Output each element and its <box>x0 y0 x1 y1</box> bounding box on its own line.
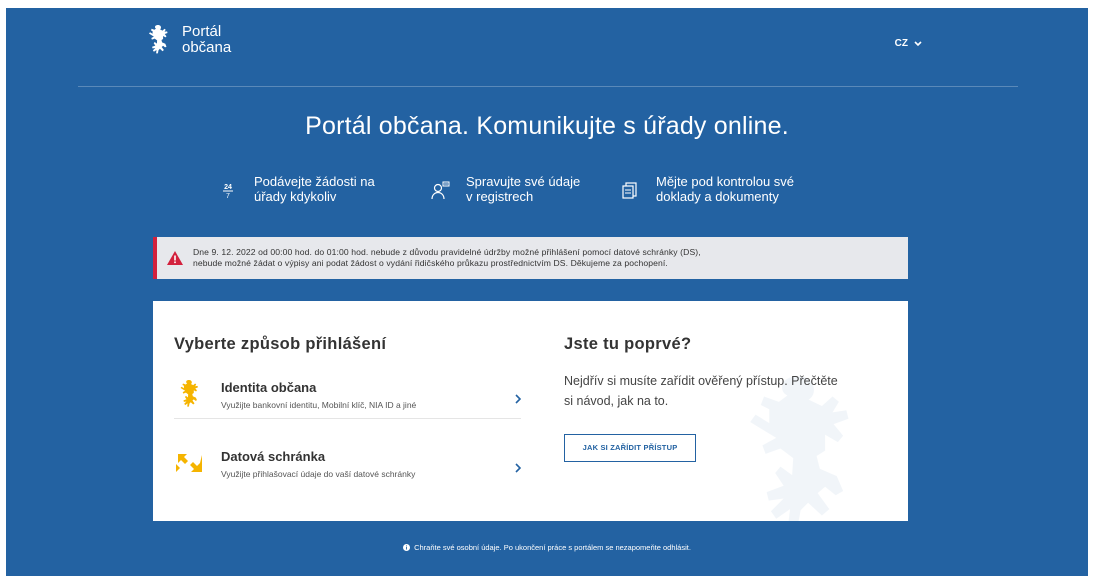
login-title: Vyberte způsob přihlášení <box>174 335 387 353</box>
feature-line: Podávejte žádosti na <box>254 174 375 189</box>
info-icon <box>403 544 411 551</box>
identita-lion-icon <box>180 379 198 407</box>
logo[interactable]: Portál občana <box>146 24 231 56</box>
feature-line: doklady a dokumenty <box>656 189 779 204</box>
feature-text: Spravujte své údaje v registrech <box>466 174 580 204</box>
first-time-line: Nejdřív si musíte zařídit ověřený přístu… <box>564 374 838 388</box>
logo-line-1: Portál <box>182 23 222 40</box>
chevron-down-icon <box>914 40 922 46</box>
language-label: CZ <box>894 38 908 49</box>
option-title: Datová schránka <box>221 449 326 464</box>
option-subtitle: Využijte bankovní identitu, Mobilní klíč… <box>221 400 417 410</box>
first-time-line: si návod, jak na to. <box>564 394 669 408</box>
header: Portál občana CZ <box>78 8 1018 87</box>
svg-text:24: 24 <box>224 184 232 191</box>
24-7-icon: 24 7 <box>223 184 233 200</box>
feature-item: Spravujte své údaje v registrech <box>430 174 620 204</box>
feature-text: Podávejte žádosti na úřady kdykoliv <box>254 174 375 204</box>
feature-item: 24 7 Podávejte žádosti na úřady kdykoliv <box>218 174 430 204</box>
option-title: Identita občana <box>221 380 317 395</box>
option-subtitle: Využijte přihlašovací údaje do vaší dato… <box>221 469 416 479</box>
login-card: Vyberte způsob přihlášení Identita občan… <box>153 301 908 521</box>
login-option-datova-schranka[interactable]: Datová schránka Využijte přihlašovací úd… <box>174 436 521 488</box>
language-switcher[interactable]: CZ <box>895 38 922 49</box>
footer-note-text: Chraňte své osobní údaje. Po ukončení pr… <box>414 543 691 552</box>
alert-line: nebude možné žádat o výpisy ani podat žá… <box>193 258 668 268</box>
first-time-title: Jste tu poprvé? <box>564 335 692 353</box>
first-time-text: Nejdřív si musíte zařídit ověřený přístu… <box>564 371 904 411</box>
logo-text: Portál občana <box>182 24 231 56</box>
logo-line-2: občana <box>182 39 232 56</box>
warning-icon <box>167 251 183 265</box>
chevron-right-icon <box>515 394 521 404</box>
feature-item: Mějte pod kontrolou své doklady a dokume… <box>620 174 880 204</box>
alert-text: Dne 9. 12. 2022 od 00:00 hod. do 01:00 h… <box>193 247 701 270</box>
datova-schranka-icon <box>176 454 202 472</box>
feature-list: 24 7 Podávejte žádosti na úřady kdykoliv… <box>218 174 880 204</box>
login-option-identita[interactable]: Identita občana Využijte bankovní identi… <box>174 367 521 419</box>
feature-text: Mějte pod kontrolou své doklady a dokume… <box>656 174 794 204</box>
footer-note: Chraňte své osobní údaje. Po ukončení pr… <box>6 543 1088 552</box>
feature-line: Mějte pod kontrolou své <box>656 174 795 189</box>
page-background: Portál občana CZ Portál občana. Komuniku… <box>6 8 1088 576</box>
alert-line: Dne 9. 12. 2022 od 00:00 hod. do 01:00 h… <box>193 246 701 257</box>
user-registry-icon <box>431 181 450 200</box>
feature-line: úřady kdykoliv <box>254 189 337 204</box>
feature-line: v registrech <box>466 189 534 204</box>
page-title: Portál občana. Komunikujte s úřady onlin… <box>305 112 789 140</box>
how-to-get-access-button[interactable]: JAK SI ZAŘÍDIT PŘÍSTUP <box>564 434 696 462</box>
lion-logo-icon <box>149 25 168 54</box>
svg-text:7: 7 <box>226 193 230 200</box>
feature-line: Spravujte své údaje <box>466 174 581 189</box>
chevron-right-icon <box>515 463 521 473</box>
documents-icon <box>622 182 637 199</box>
maintenance-alert: Dne 9. 12. 2022 od 00:00 hod. do 01:00 h… <box>153 237 908 279</box>
